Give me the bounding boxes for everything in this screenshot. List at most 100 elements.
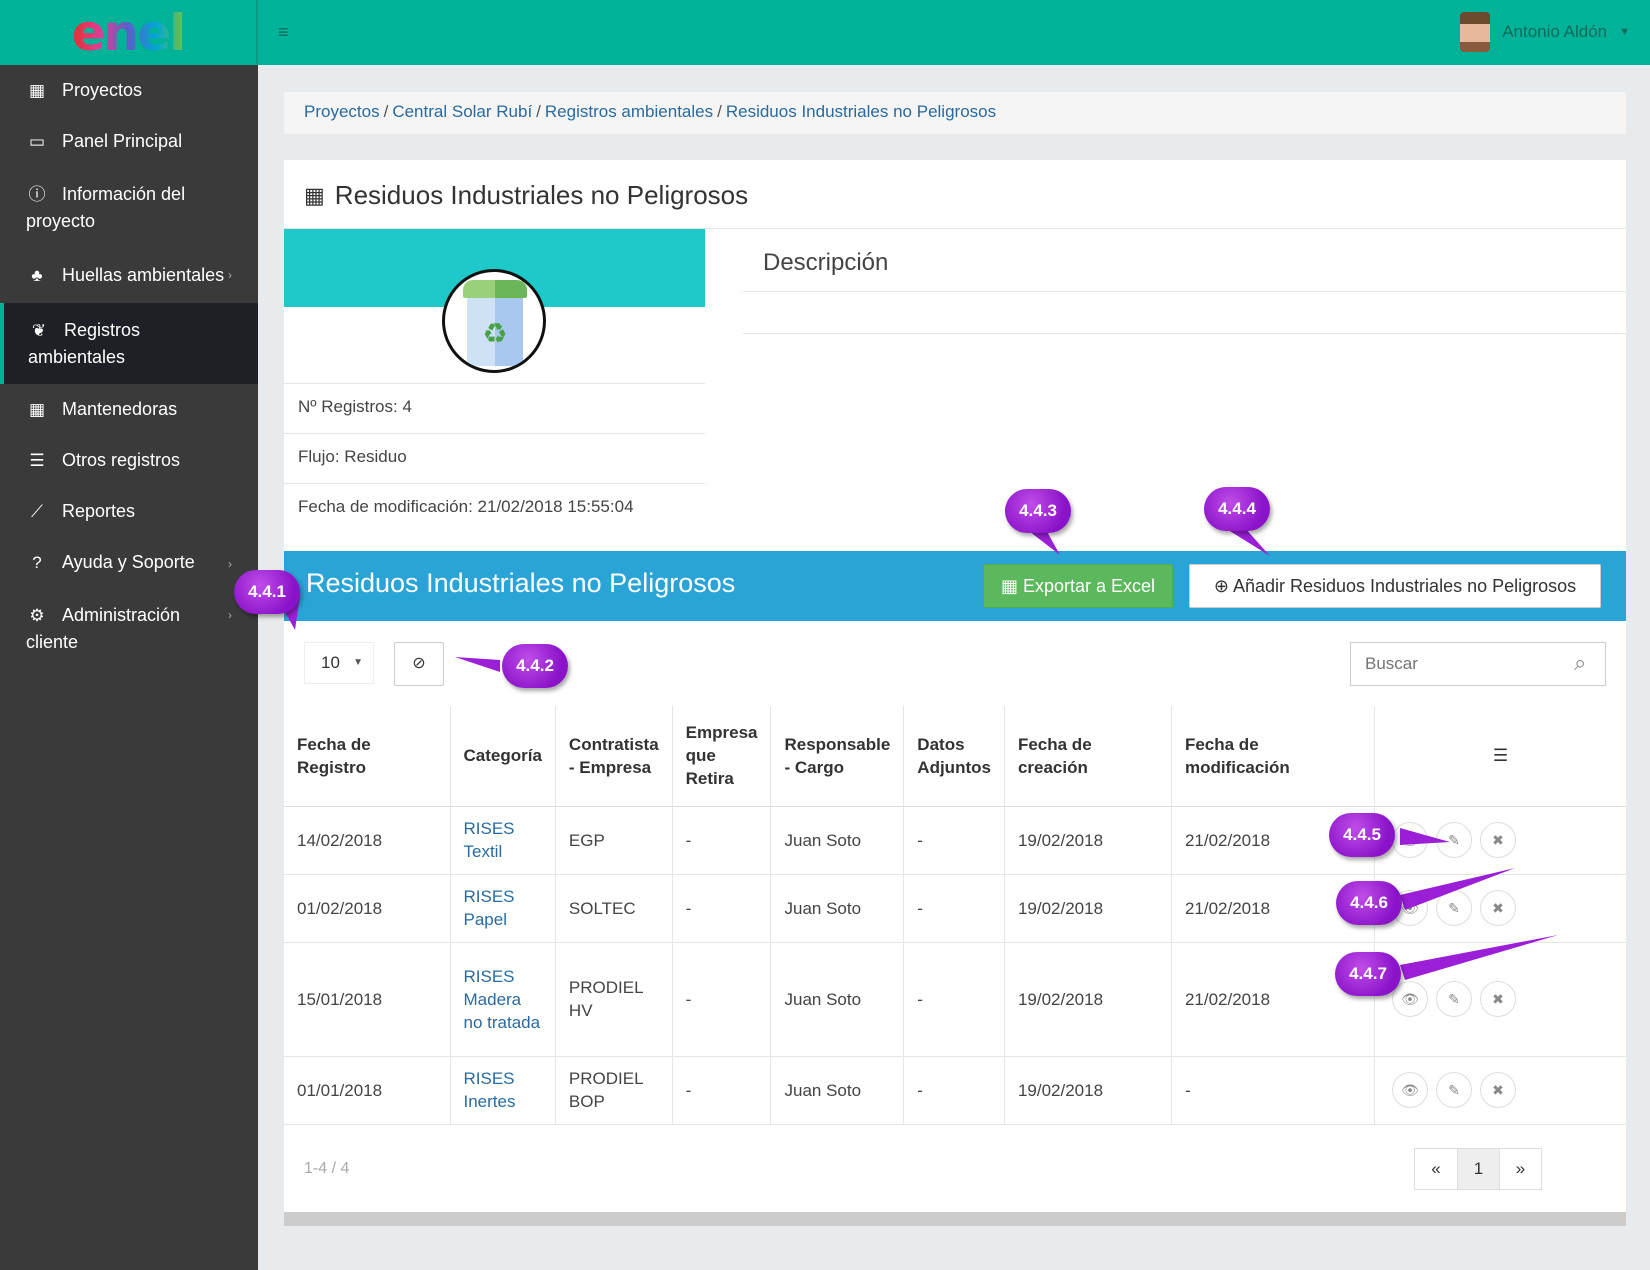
breadcrumb-item[interactable]: Central Solar Rubí [392,102,532,121]
search-icon[interactable]: ⌕ [1574,650,1586,676]
plus-circle-icon: ⊕ [1213,576,1229,596]
cell: Juan Soto [770,874,904,943]
cell: PRODIEL BOP [554,1056,673,1125]
view-button[interactable]: 👁 [1391,981,1428,1017]
grid-icon: ▦ [28,81,46,100]
sidebar-item-huellas[interactable]: ♣ Huellas ambientales › [0,248,258,303]
column-header[interactable]: Fecha de Registro [284,706,450,807]
edit-button[interactable]: ✎ [1435,981,1472,1017]
enel-logo: enel [71,3,187,62]
recycle-bin-icon: ♻ [442,269,546,373]
callout-4-4-4: 4.4.4 [1204,487,1270,531]
category-link[interactable]: RISES Papel [449,874,556,943]
add-record-button[interactable]: ⊕ Añadir Residuos Industriales no Peligr… [1189,564,1601,608]
cell: 14/02/2018 [284,806,450,875]
sidebar-item-label: Huellas ambientales [62,265,225,285]
caret-down-icon: ▼ [1619,26,1630,38]
column-header[interactable]: Fecha de modificación [1170,706,1375,807]
monitor-icon: ▭ [28,132,46,151]
sidebar-item-label: Administración cliente [26,605,181,652]
page-title-text: Residuos Industriales no Peligrosos [334,180,749,210]
delete-button[interactable]: ✖ [1479,822,1516,858]
chevron-right-icon: › [228,608,232,622]
list-icon: ☰ [29,451,45,470]
horizontal-scrollbar[interactable] [284,1212,1626,1226]
page-size-value: 10 [321,653,340,672]
view-button[interactable]: 👁 [1391,822,1428,858]
sidebar-item-otros-registros[interactable]: ☰ Otros registros [0,435,258,486]
breadcrumb-item[interactable]: Proyectos [304,102,380,121]
edit-button[interactable]: ✎ [1435,890,1472,926]
description-panel: Descripción [743,229,1626,334]
page-size-select[interactable]: 10 ▼ [304,642,374,684]
column-header[interactable]: Datos Adjuntos [903,706,1005,807]
delete-button[interactable]: ✖ [1479,890,1516,926]
breadcrumb-item[interactable]: Registros ambientales [545,102,713,121]
edit-button[interactable]: ✎ [1435,1072,1472,1108]
sidebar-item-mantenedoras[interactable]: ▦ Mantenedoras [0,384,258,435]
category-link[interactable]: RISES Madera no tratada [449,942,556,1057]
sidebar-item-administracion[interactable]: ⚙ Administración cliente › [0,588,258,669]
sidebar-item-proyectos[interactable]: ▦ Proyectos [0,65,258,116]
sidebar-item-reportes[interactable]: ⟋ Reportes [0,486,258,537]
chevron-right-icon: › [228,557,232,571]
cell: Juan Soto [770,942,904,1057]
cell: PRODIEL HV [554,942,673,1057]
sidebar-item-label: Mantenedoras [62,399,178,419]
description-title: Descripción [763,249,889,276]
cell: 19/02/2018 [1003,1056,1172,1125]
cell: Juan Soto [770,806,904,875]
user-menu[interactable]: Antonio Aldón ▼ [1460,12,1630,52]
column-header[interactable]: Fecha de creación [1003,706,1172,807]
view-button[interactable]: 👁 [1391,1072,1428,1108]
breadcrumb: Proyectos / Central Solar Rubí / Registros a… [284,92,1626,134]
section-title: Residuos Industriales no Peligrosos [306,568,736,598]
table-row: 15/01/2018 RISES Madera no tratada PRODI… [284,942,1626,1057]
edit-button[interactable]: ✎ [1435,822,1472,858]
column-header[interactable]: Categoría [449,706,556,807]
callout-4-4-2: 4.4.2 [502,644,568,688]
callout-4-4-6: 4.4.6 [1336,881,1402,925]
search-input[interactable] [1350,642,1606,686]
column-menu-header[interactable]: ☰ [1373,706,1626,807]
category-link[interactable]: RISES Inertes [449,1056,556,1125]
column-visibility-button[interactable]: ⊘ [394,642,444,686]
eye-slash-icon: ⊘ [412,655,426,672]
delete-button[interactable]: ✖ [1479,1072,1516,1108]
sidebar-item-panel-principal[interactable]: ▭ Panel Principal [0,116,258,167]
row-actions: 👁 ✎ ✖ [1373,942,1626,1057]
sidebar-item-label: Otros registros [62,450,181,470]
cell: 19/02/2018 [1003,942,1172,1057]
column-header[interactable]: Responsable - Cargo [770,706,904,807]
delete-button[interactable]: ✖ [1479,981,1516,1017]
callout-4-4-5: 4.4.5 [1329,813,1395,857]
export-excel-button[interactable]: ▦ Exportar a Excel [983,564,1173,608]
column-header[interactable]: Empresa que Retira [671,706,771,807]
sidebar-item-informacion[interactable]: ⓘ Información del proyecto [0,167,258,248]
main-panel: ▦ Residuos Industriales no Peligrosos ♻ … [284,160,1626,1226]
table-row: 14/02/2018 RISES Textil EGP - Juan Soto … [284,806,1626,875]
cell: 15/01/2018 [284,942,450,1057]
cell: 19/02/2018 [1003,874,1172,943]
breadcrumb-item-current[interactable]: Residuos Industriales no Peligrosos [726,102,996,121]
user-name: Antonio Aldón [1502,22,1608,41]
prev-page-button[interactable]: « [1415,1149,1457,1189]
sidebar-item-label: Reportes [62,501,136,521]
leaf-icon: ❦ [31,321,47,340]
breadcrumb-separator: / [536,102,541,121]
avatar [1460,12,1491,52]
next-page-button[interactable]: » [1499,1149,1541,1189]
page-title: ▦ Residuos Industriales no Peligrosos [304,180,748,211]
sidebar-item-label: Panel Principal [62,131,183,151]
registros-count: Nº Registros: 4 [284,383,705,433]
question-icon: ? [32,553,42,572]
sidebar-item-registros[interactable]: ❦ Registros ambientales [0,303,258,384]
logo-area[interactable]: enel [0,0,258,65]
cell: 01/02/2018 [284,874,450,943]
menu-toggle-icon[interactable]: ≡ [278,23,298,41]
column-header[interactable]: Contratista - Empresa [554,706,673,807]
caret-down-icon: ▼ [353,657,363,668]
sidebar-item-ayuda[interactable]: ? Ayuda y Soporte › [0,537,258,588]
page-button[interactable]: 1 [1457,1149,1499,1189]
category-link[interactable]: RISES Textil [449,806,556,875]
